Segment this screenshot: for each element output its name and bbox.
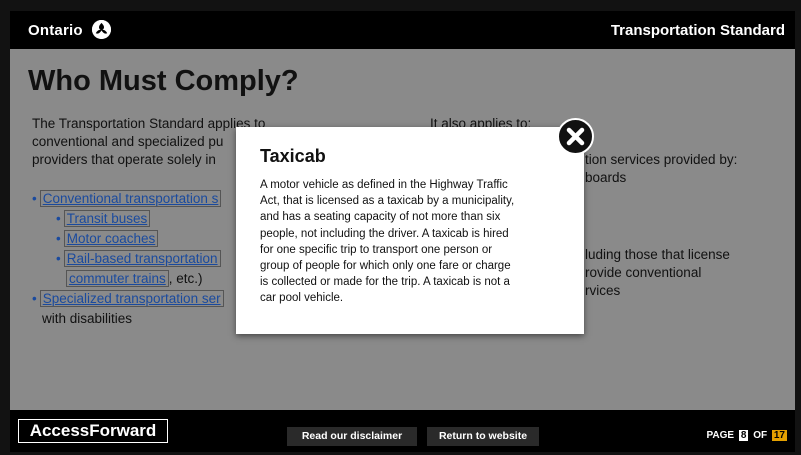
list-item: • Conventional transportation s xyxy=(32,189,222,209)
list-item: commuter trains, etc.) xyxy=(66,269,203,289)
bullet-icon: • xyxy=(56,211,61,226)
trillium-logo-icon xyxy=(92,20,111,39)
rail-transportation-link[interactable]: Rail-based transportation xyxy=(63,250,221,267)
applies-line: luding those that license xyxy=(585,247,730,262)
bullet-icon: • xyxy=(32,291,37,306)
ontario-brand: Ontario xyxy=(28,22,83,39)
definition-line: and has a seating capacity of not more t… xyxy=(260,211,501,224)
course-title: Transportation Standard xyxy=(610,22,785,39)
page-indicator: PAGE 8 OF 17 xyxy=(706,430,787,441)
transit-buses-link[interactable]: Transit buses xyxy=(63,210,151,227)
commuter-suffix: , etc.) xyxy=(168,271,203,286)
modal-title: Taxicab xyxy=(260,146,326,166)
page-total: 17 xyxy=(771,430,787,441)
definition-line: is collected or made for the trip. A tax… xyxy=(260,276,510,289)
disabilities-text: with disabilities xyxy=(42,311,133,326)
list-item: with disabilities xyxy=(42,309,132,329)
page-label: PAGE xyxy=(706,430,735,441)
list-item: • Specialized transportation ser xyxy=(32,289,224,309)
accessforward-logo: AccessForward xyxy=(18,419,168,443)
applies-line: tion services provided by: xyxy=(585,152,738,167)
bullet-icon: • xyxy=(32,191,37,206)
app-window: Ontario Transportation Standard Who Must… xyxy=(0,0,801,455)
page-number: 8 xyxy=(738,430,749,441)
definition-line: people, not including the driver. A taxi… xyxy=(260,227,509,240)
return-to-website-button[interactable]: Return to website xyxy=(427,427,539,446)
bullet-icon: • xyxy=(56,251,61,266)
definition-line: car pool vehicle. xyxy=(260,292,344,305)
bullet-icon: • xyxy=(56,231,61,246)
modal-definition: A motor vehicle as defined in the Highwa… xyxy=(260,177,560,307)
definition-modal: Taxicab A motor vehicle as defined in th… xyxy=(236,127,584,334)
page-title: Who Must Comply? xyxy=(28,65,299,97)
list-item: • Rail-based transportation xyxy=(56,249,221,269)
definition-line: for one specific trip to transport one p… xyxy=(260,243,493,256)
close-icon[interactable] xyxy=(557,118,594,155)
applies-line: rvices xyxy=(585,283,621,298)
applies-line: boards xyxy=(585,170,627,185)
specialized-transportation-link[interactable]: Specialized transportation ser xyxy=(39,290,224,307)
commuter-trains-link[interactable]: commuter trains xyxy=(66,270,169,287)
conventional-transportation-link[interactable]: Conventional transportation s xyxy=(39,190,222,207)
motor-coaches-link[interactable]: Motor coaches xyxy=(63,230,159,247)
of-label: OF xyxy=(753,430,768,441)
definition-line: group of people for which only one fare … xyxy=(260,260,511,273)
definition-line: A motor vehicle as defined in the Highwa… xyxy=(260,179,508,191)
list-item: • Motor coaches xyxy=(56,229,159,249)
applies-line: rovide conventional xyxy=(585,265,702,280)
top-bar: Ontario Transportation Standard xyxy=(10,11,795,49)
footer-bar: AccessForward Read our disclaimer Return… xyxy=(10,410,795,452)
disclaimer-button[interactable]: Read our disclaimer xyxy=(287,427,417,446)
list-item: • Transit buses xyxy=(56,209,151,229)
definition-line: Act, that is licensed as a taxicab by a … xyxy=(260,195,515,208)
